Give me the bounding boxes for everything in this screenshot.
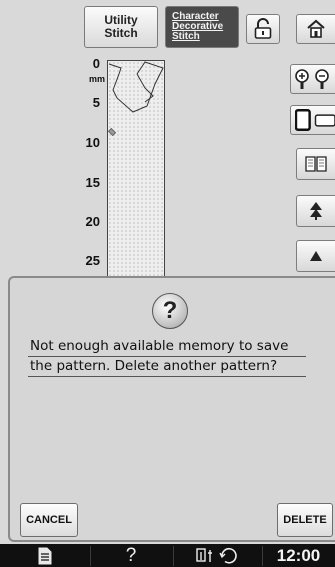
home-button[interactable] xyxy=(296,14,335,44)
zoom-icons xyxy=(295,69,329,89)
settings-button[interactable] xyxy=(180,544,258,567)
character-label-line-3: Stitch xyxy=(172,31,200,42)
needle-settings-icon xyxy=(196,547,237,564)
double-view-icon xyxy=(314,114,335,127)
delete-button[interactable]: DELETE xyxy=(277,503,333,537)
stitch-preview-area[interactable] xyxy=(107,60,165,292)
view-mode-icons xyxy=(295,109,335,131)
character-decorative-label: Character Decorative Stitch xyxy=(172,12,223,42)
zoom-buttons[interactable] xyxy=(290,64,335,94)
lock-button[interactable] xyxy=(246,14,280,44)
clock: 12:00 xyxy=(276,545,321,565)
statusbar-divider xyxy=(90,546,91,566)
dialog-message-line-2: the pattern. Delete another pattern? xyxy=(30,358,278,374)
ruler-label-5: 5 xyxy=(92,95,100,110)
message-underline-1 xyxy=(28,356,306,357)
zoom-in-icon xyxy=(295,69,309,89)
ruler-label-20: 20 xyxy=(85,214,100,229)
utility-stitch-tab[interactable]: Utility Stitch xyxy=(84,6,158,48)
dialog-message-line-1: Not enough available memory to save xyxy=(30,338,289,354)
ruler-label-25: 25 xyxy=(85,253,100,268)
character-decorative-stitch-tab[interactable]: Character Decorative Stitch xyxy=(165,6,239,48)
question-icon: ? xyxy=(152,293,188,329)
zoom-out-icon xyxy=(315,69,329,89)
help-button[interactable]: ? xyxy=(118,544,144,567)
view-mode-buttons[interactable] xyxy=(290,105,335,135)
ruler-unit: mm xyxy=(89,74,106,84)
document-button[interactable] xyxy=(0,544,90,567)
scroll-up-button[interactable] xyxy=(296,240,335,272)
message-underline-2 xyxy=(28,376,306,377)
up-arrow-icon xyxy=(310,251,322,261)
book-button[interactable] xyxy=(296,148,335,180)
ruler-label-15: 15 xyxy=(85,175,100,190)
statusbar-divider xyxy=(173,546,174,566)
stitch-pattern xyxy=(107,61,164,137)
cancel-button[interactable]: CANCEL xyxy=(20,503,78,537)
ruler-label-10: 10 xyxy=(85,135,100,150)
utility-stitch-label: Utility Stitch xyxy=(104,13,138,40)
double-up-arrow-icon xyxy=(310,202,322,220)
book-icon xyxy=(305,156,327,172)
scroll-top-button[interactable] xyxy=(296,195,335,227)
document-icon xyxy=(38,547,52,564)
lock-icon xyxy=(254,18,272,39)
home-icon xyxy=(307,19,325,38)
ruler-label-0: 0 xyxy=(92,56,100,71)
single-view-icon xyxy=(295,109,311,131)
